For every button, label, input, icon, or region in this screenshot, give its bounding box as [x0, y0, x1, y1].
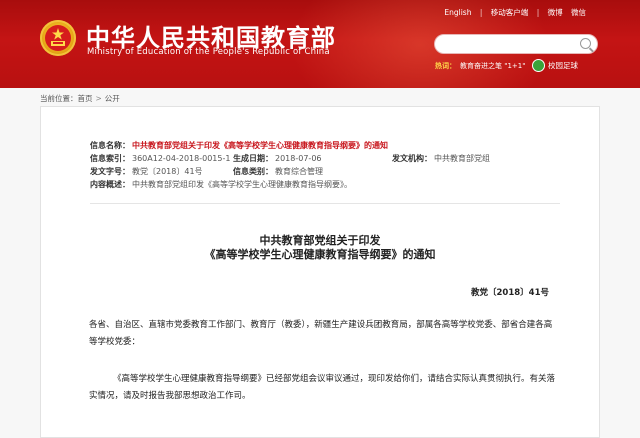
link-weibo[interactable]: 微博	[548, 8, 563, 17]
document-body: 《高等学校学生心理健康教育指导纲要》已经部党组会议审议通过，现印发给你们，请结合…	[89, 374, 556, 401]
summary-value: 中共教育部党组印发《高等学校学生心理健康教育指导纲要》。	[132, 180, 352, 189]
national-emblem-icon[interactable]	[40, 20, 76, 56]
link-english[interactable]: English	[444, 8, 471, 17]
issuer-value: 中共教育部党组	[434, 154, 490, 163]
top-links: English | 移动客户端 | 微博 微信	[438, 7, 586, 18]
chevron-right-icon: >	[95, 94, 102, 103]
created-date-label: 生成日期：	[233, 154, 273, 163]
info-index-label: 信息索引：	[90, 154, 130, 163]
site-header: 中华人民共和国教育部 Ministry of Education of the …	[0, 0, 640, 88]
info-index-value: 360A12-04-2018-0015-1	[132, 154, 231, 163]
hot-word-link[interactable]: 教育奋进之笔 "1+1"	[460, 62, 525, 70]
campus-football-link[interactable]: 校园足球	[532, 59, 578, 72]
link-wechat[interactable]: 微信	[571, 8, 586, 17]
document-number: 教党〔2018〕41号	[471, 288, 549, 298]
document-recipients: 各省、自治区、直辖市党委教育工作部门、教育厅（教委），新疆生产建设兵团教育局，部…	[89, 320, 553, 347]
site-subtitle: Ministry of Education of the People's Re…	[87, 47, 330, 57]
meta-row-name: 信息名称： 中共教育部党组关于印发《高等学校学生心理健康教育指导纲要》的通知	[90, 139, 560, 152]
campus-football-label: 校园足球	[548, 61, 578, 70]
info-name-value: 中共教育部党组关于印发《高等学校学生心理健康教育指导纲要》的通知	[132, 141, 388, 150]
summary-label: 内容概述：	[90, 180, 130, 189]
search-input[interactable]	[434, 34, 598, 54]
link-separator: |	[479, 8, 483, 17]
link-mobile-client[interactable]: 移动客户端	[491, 8, 529, 17]
category-label: 信息类别：	[233, 167, 273, 176]
doc-number-value: 教党〔2018〕41号	[132, 167, 203, 176]
meta-row-summary: 内容概述： 中共教育部党组印发《高等学校学生心理健康教育指导纲要》。	[90, 178, 560, 191]
document-title-line2: 《高等学校学生心理健康教育指导纲要》的通知	[204, 248, 436, 261]
breadcrumb-home[interactable]: 首页	[78, 94, 93, 103]
link-separator: |	[536, 8, 540, 17]
breadcrumb-public[interactable]: 公开	[105, 94, 120, 103]
football-icon	[532, 59, 545, 72]
hot-words-label: 热词：	[435, 62, 456, 70]
content-panel: 信息名称： 中共教育部党组关于印发《高等学校学生心理健康教育指导纲要》的通知 信息…	[40, 106, 600, 438]
meta-row-index: 信息索引： 360A12-04-2018-0015-1 生成日期： 2018-07-…	[90, 152, 560, 165]
meta-row-docno: 发文字号： 教党〔2018〕41号 信息类别： 教育综合管理	[90, 165, 560, 178]
created-date-value: 2018-07-06	[275, 154, 322, 163]
search-icon[interactable]	[580, 38, 591, 49]
document-meta: 信息名称： 中共教育部党组关于印发《高等学校学生心理健康教育指导纲要》的通知 信息…	[90, 139, 560, 191]
category-value: 教育综合管理	[275, 167, 323, 176]
doc-number-label: 发文字号：	[90, 167, 130, 176]
hot-words: 热词： 教育奋进之笔 "1+1"	[435, 61, 525, 71]
breadcrumb-prefix: 当前位置：	[40, 94, 78, 103]
issuer-label: 发文机构：	[392, 154, 432, 163]
meta-divider	[90, 203, 560, 204]
info-name-label: 信息名称：	[90, 141, 130, 150]
breadcrumb: 当前位置：首页 > 公开	[40, 93, 120, 104]
